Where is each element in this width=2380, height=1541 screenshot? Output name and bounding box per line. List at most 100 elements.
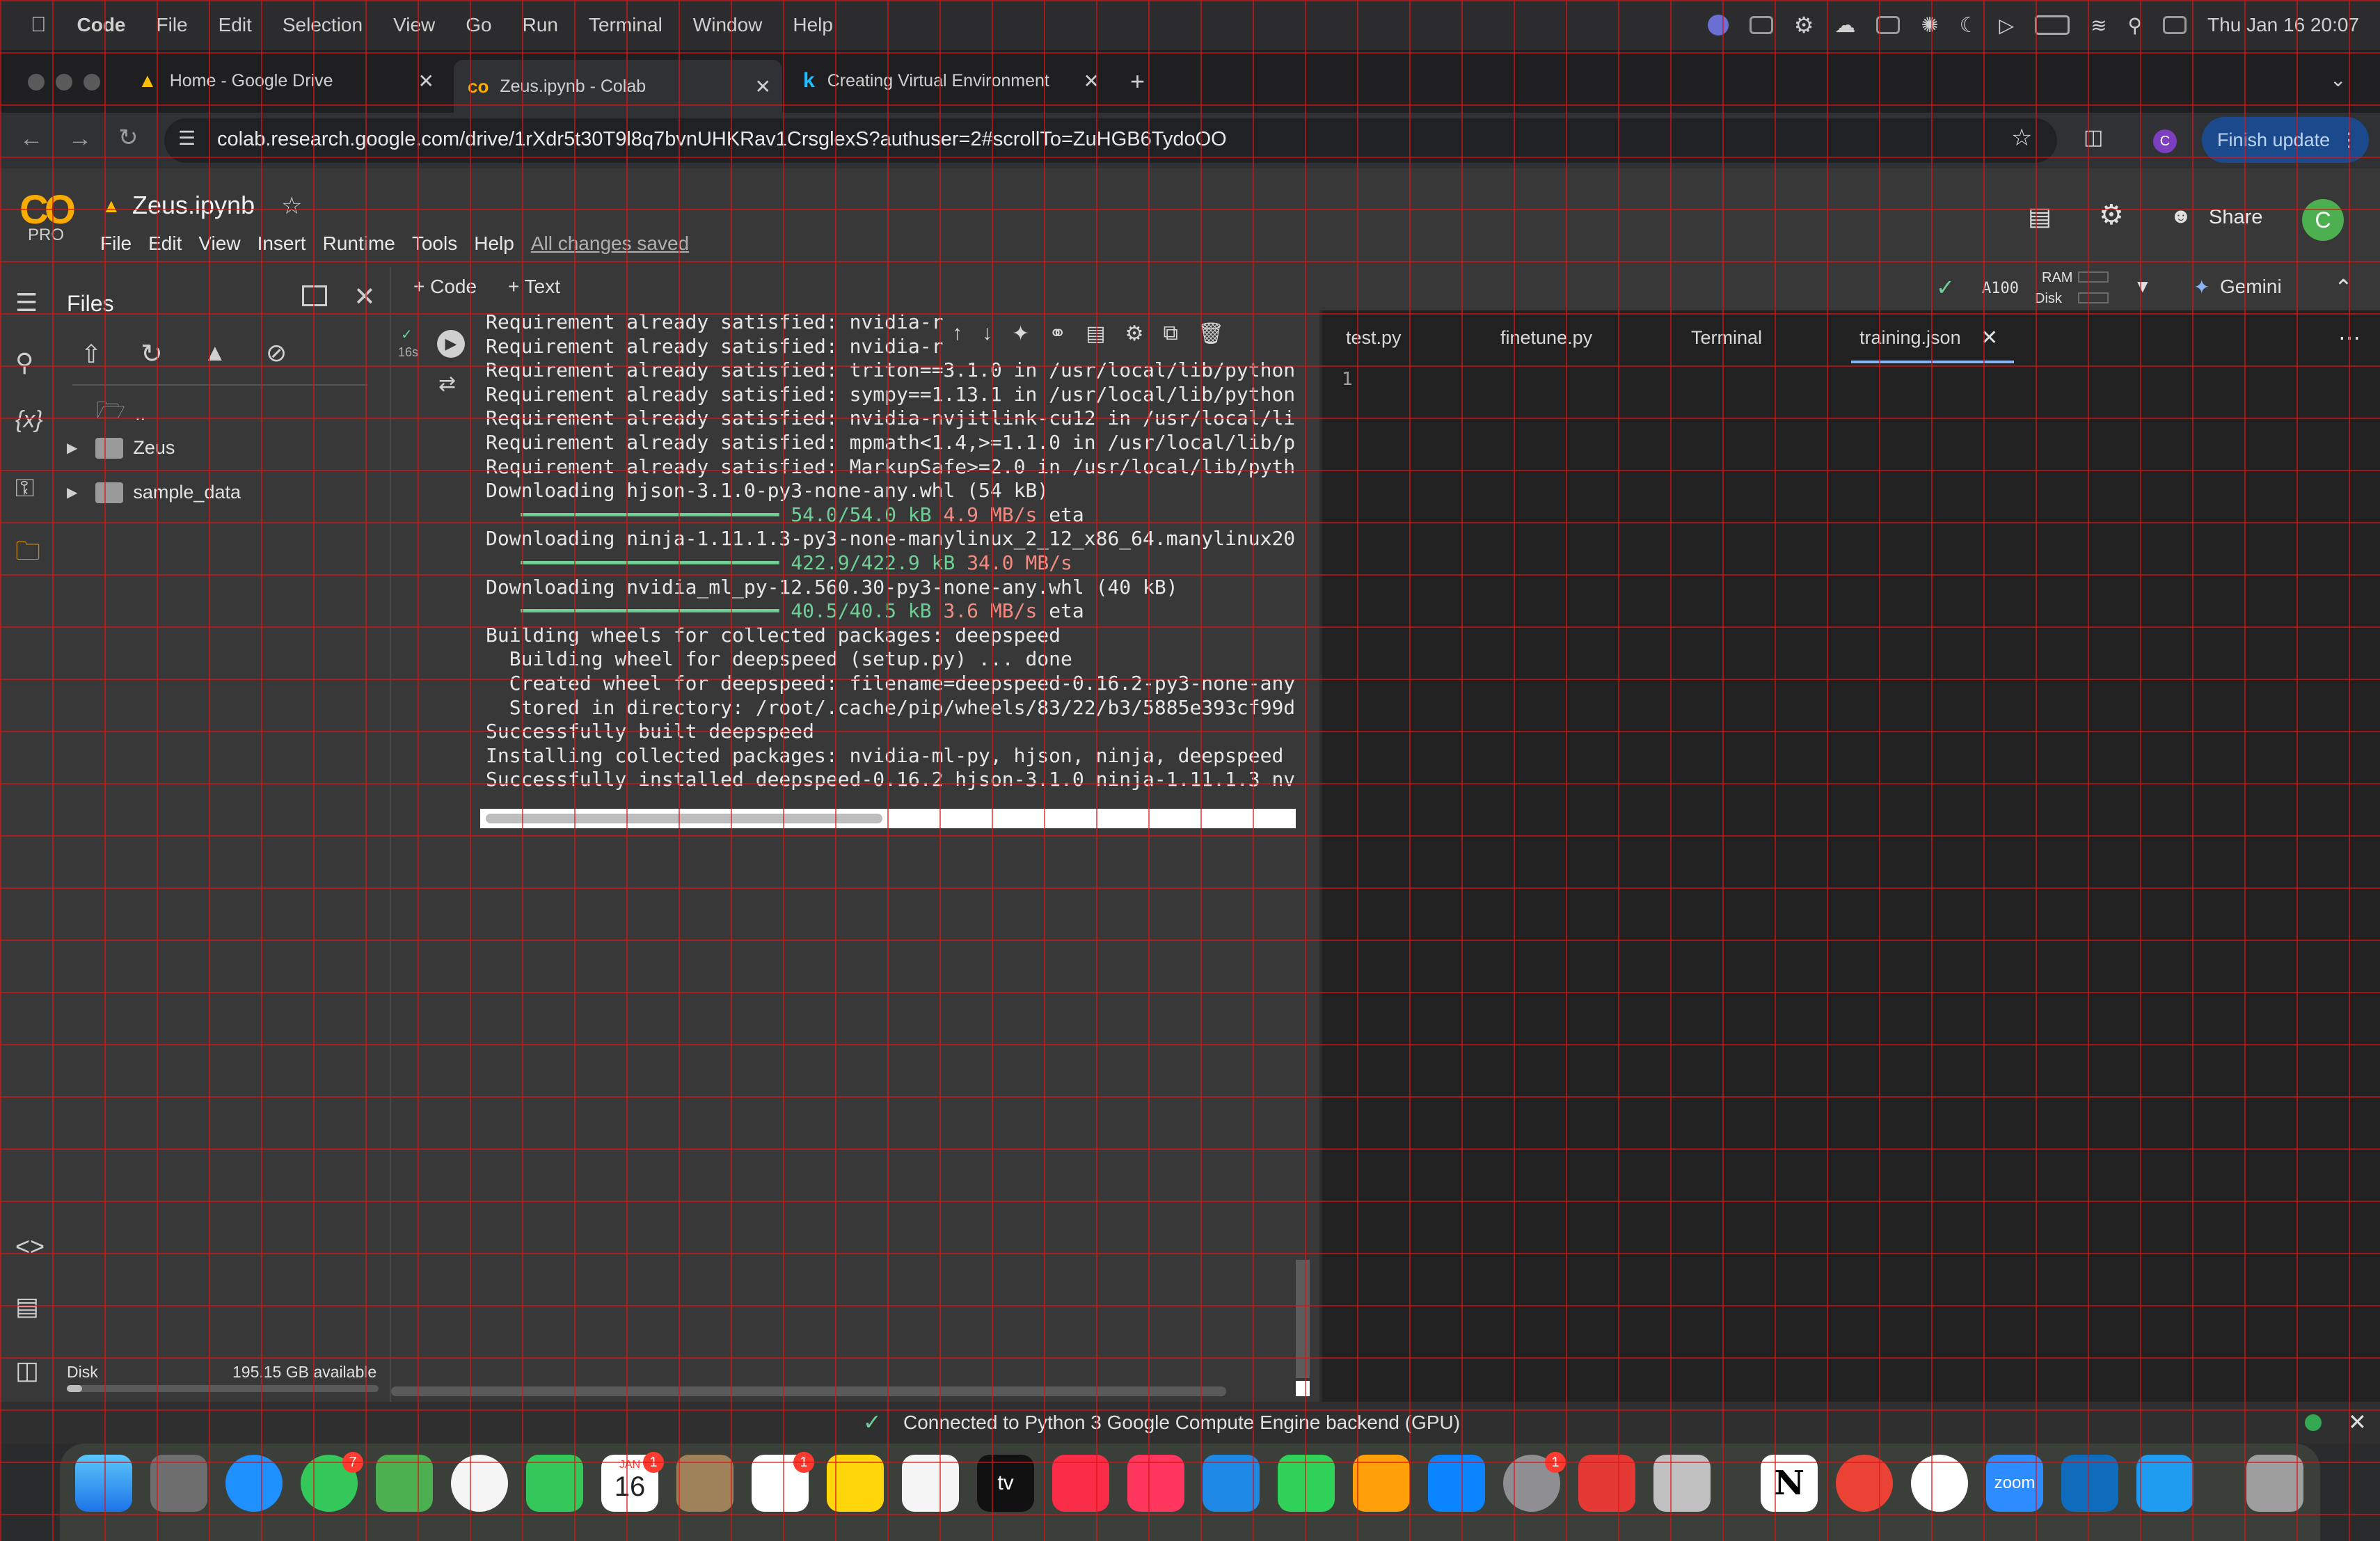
keynote-icon[interactable] [1203, 1455, 1260, 1512]
pages-icon[interactable] [1353, 1455, 1410, 1512]
variables-icon[interactable]: {x} [15, 406, 43, 434]
menu-edit[interactable]: Edit [219, 14, 252, 36]
chrome-icon[interactable] [1836, 1455, 1893, 1512]
play-status-icon[interactable]: ▷ [1999, 14, 2015, 37]
move-down-icon[interactable]: ↓ [982, 322, 992, 346]
secrets-key-icon[interactable]: ⚿ [15, 473, 34, 503]
editor-tab-test-py[interactable]: test.py [1346, 327, 1402, 349]
zoom-icon[interactable]: zoom [1986, 1455, 2043, 1512]
photos-icon[interactable] [451, 1455, 508, 1512]
folder-row-sample-data[interactable]: ▶ sample_data [67, 482, 241, 503]
add-code-button[interactable]: + Code [413, 276, 477, 298]
finish-update-button[interactable]: Finish update ⋮ [2202, 117, 2369, 163]
tab-virtual-env[interactable]: k Creating Virtual Environment ✕ [791, 60, 1111, 102]
run-cell-button[interactable]: ▶ [437, 330, 465, 358]
zoom-status-icon[interactable] [1707, 15, 1729, 35]
upload-file-icon[interactable]: ⇧ [81, 340, 102, 369]
more-options-icon[interactable]: ⋯ [2338, 324, 2361, 351]
close-tab-icon[interactable]: ✕ [418, 70, 434, 93]
command-palette-icon[interactable]: ▤ [15, 1292, 39, 1321]
window-zoom-button[interactable] [84, 74, 100, 90]
open-in-tab-icon[interactable] [302, 285, 327, 306]
menu-edit[interactable]: Edit [148, 232, 182, 255]
editor-tab-finetune-py[interactable]: finetune.py [1500, 327, 1592, 349]
gear-status-icon[interactable]: ⚙ [1794, 12, 1814, 38]
notion-status-icon[interactable] [1876, 16, 1901, 34]
expand-arrow-icon[interactable]: ▶ [67, 484, 77, 501]
collapse-header-icon[interactable]: ⌃ [2334, 274, 2353, 301]
photo-booth-icon[interactable] [1578, 1455, 1635, 1512]
save-status[interactable]: All changes saved [531, 232, 689, 255]
menu-run[interactable]: Run [523, 14, 558, 36]
mount-drive-icon[interactable]: ▲ [203, 340, 227, 367]
menu-view[interactable]: View [393, 14, 435, 36]
ram-meter[interactable] [2078, 271, 2109, 283]
runtime-dropdown-icon[interactable]: ▼ [2134, 276, 2152, 297]
window-minimize-button[interactable] [56, 74, 72, 90]
maps-icon[interactable] [376, 1455, 433, 1512]
terminal-icon[interactable]: ◫ [15, 1356, 39, 1385]
facetime-icon[interactable] [526, 1455, 583, 1512]
openai-status-icon[interactable]: ✺ [1921, 13, 1938, 38]
add-text-button[interactable]: + Text [508, 276, 560, 298]
menu-go[interactable]: Go [466, 14, 491, 36]
parent-folder-row[interactable]: 🗁 .. [96, 394, 145, 434]
finder-icon[interactable] [75, 1455, 132, 1512]
tab-google-drive[interactable]: ▲ Home - Google Drive ✕ [125, 60, 445, 102]
cloud-icon[interactable]: ☁ [1834, 13, 1855, 38]
site-settings-icon[interactable]: ☰ [178, 127, 196, 150]
moon-icon[interactable]: ☾ [1960, 13, 1978, 38]
menu-view[interactable]: View [198, 232, 240, 255]
files-folder-icon[interactable]: 🗀 [15, 533, 40, 576]
menu-code[interactable]: Code [77, 14, 126, 36]
scrollbar-thumb[interactable] [486, 814, 882, 823]
extensions-icon[interactable]: ◫ [2084, 125, 2103, 150]
iphone-mirroring-icon[interactable] [1653, 1455, 1711, 1512]
star-icon[interactable]: ☆ [281, 192, 302, 220]
mirror-cell-icon[interactable]: ⧉ [1164, 322, 1178, 346]
search-icon[interactable]: ⚲ [15, 348, 33, 377]
hide-files-icon[interactable]: ⊘ [266, 338, 287, 368]
settings-gear-icon[interactable]: ⚙ [2099, 199, 2124, 231]
close-status-icon[interactable]: ✕ [2348, 1409, 2367, 1435]
cell-settings-icon[interactable]: ⚙ [1125, 322, 1144, 346]
table-of-contents-icon[interactable]: ☰ [15, 288, 38, 317]
clock[interactable]: Thu Jan 16 20:07 [2207, 14, 2359, 36]
safari-icon[interactable] [225, 1455, 283, 1512]
app-store-icon[interactable] [1428, 1455, 1485, 1512]
control-center-icon[interactable] [2163, 16, 2187, 34]
gemini-button[interactable]: Gemini [2220, 276, 2282, 298]
back-icon[interactable]: ← [19, 125, 43, 152]
reload-icon[interactable]: ↻ [118, 124, 138, 152]
menu-tools[interactable]: Tools [412, 232, 457, 255]
menu-selection[interactable]: Selection [283, 14, 363, 36]
launchpad-icon[interactable] [150, 1455, 207, 1512]
battery-icon[interactable] [2035, 15, 2070, 35]
spotlight-icon[interactable]: ⚲ [2128, 14, 2143, 37]
music-icon[interactable] [1052, 1455, 1109, 1512]
connection-status[interactable]: Connected to Python 3 Google Compute Eng… [903, 1412, 1460, 1434]
window-close-button[interactable] [28, 74, 45, 90]
tab-colab[interactable]: co Zeus.ipynb - Colab ✕ [454, 60, 782, 113]
bookmark-star-icon[interactable]: ☆ [2011, 124, 2032, 152]
move-up-icon[interactable]: ↑ [952, 322, 962, 346]
editor-tab-terminal[interactable]: Terminal [1691, 327, 1762, 349]
menu-help[interactable]: Help [474, 232, 514, 255]
folder-row-zeus[interactable]: ▶ Zeus [67, 437, 175, 459]
menu-insert[interactable]: Insert [257, 232, 306, 255]
apple-icon[interactable]:  [31, 13, 47, 37]
numbers-icon[interactable] [1278, 1455, 1335, 1512]
new-tab-button[interactable]: + [1130, 67, 1145, 96]
wifi-icon[interactable]: ≋ [2091, 14, 2107, 37]
horizontal-scrollbar[interactable] [480, 809, 1296, 828]
expand-arrow-icon[interactable]: ▶ [67, 439, 77, 457]
close-tab-icon[interactable]: ✕ [1084, 70, 1100, 93]
runtime-type[interactable]: A100 [1982, 280, 2019, 297]
close-editor-tab-icon[interactable]: ✕ [1981, 326, 1998, 350]
delete-cell-icon[interactable]: 🗑 [1198, 322, 1224, 346]
avatar[interactable]: C [2302, 199, 2344, 241]
share-button[interactable]: Share [2209, 206, 2262, 229]
menu-terminal[interactable]: Terminal [589, 14, 663, 36]
code-snippets-icon[interactable]: <> [15, 1232, 45, 1261]
gemini-sparkle-icon[interactable]: ✦ [1012, 322, 1029, 346]
